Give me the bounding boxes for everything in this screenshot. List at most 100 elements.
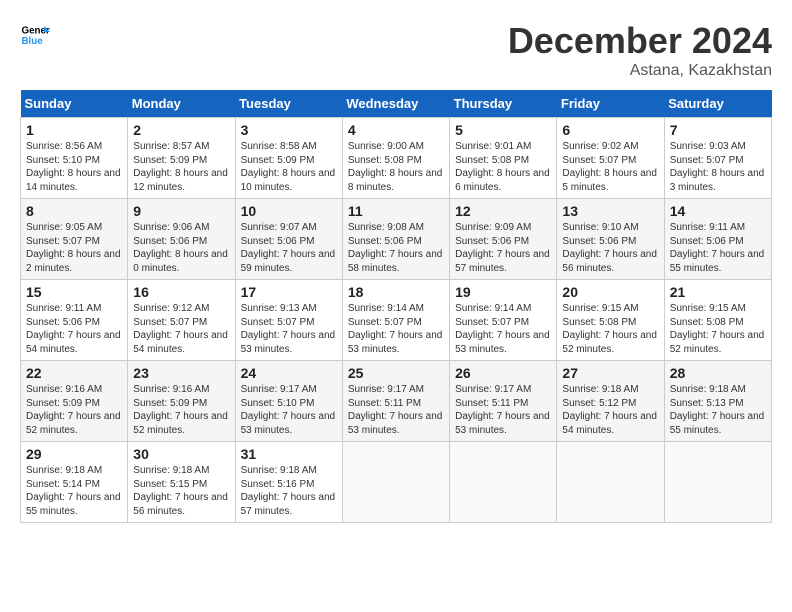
cell-content: Sunrise: 8:56 AMSunset: 5:10 PMDaylight:… <box>26 140 122 194</box>
calendar-cell: 31 Sunrise: 9:18 AMSunset: 5:16 PMDaylig… <box>235 442 342 523</box>
title-block: December 2024 Astana, Kazakhstan <box>508 20 772 80</box>
calendar-cell: 24 Sunrise: 9:17 AMSunset: 5:10 PMDaylig… <box>235 361 342 442</box>
week-row-3: 15 Sunrise: 9:11 AMSunset: 5:06 PMDaylig… <box>21 280 772 361</box>
cell-content: Sunrise: 9:18 AMSunset: 5:13 PMDaylight:… <box>670 383 766 437</box>
day-number: 18 <box>348 284 444 300</box>
cell-content: Sunrise: 9:16 AMSunset: 5:09 PMDaylight:… <box>26 383 122 437</box>
cell-content: Sunrise: 8:57 AMSunset: 5:09 PMDaylight:… <box>133 140 229 194</box>
calendar-cell <box>450 442 557 523</box>
cell-content: Sunrise: 9:13 AMSunset: 5:07 PMDaylight:… <box>241 302 337 356</box>
cell-content: Sunrise: 9:16 AMSunset: 5:09 PMDaylight:… <box>133 383 229 437</box>
week-row-2: 8 Sunrise: 9:05 AMSunset: 5:07 PMDayligh… <box>21 199 772 280</box>
day-number: 20 <box>562 284 658 300</box>
calendar-cell: 21 Sunrise: 9:15 AMSunset: 5:08 PMDaylig… <box>664 280 771 361</box>
cell-content: Sunrise: 9:17 AMSunset: 5:10 PMDaylight:… <box>241 383 337 437</box>
cell-content: Sunrise: 9:18 AMSunset: 5:15 PMDaylight:… <box>133 464 229 518</box>
day-number: 14 <box>670 203 766 219</box>
calendar-cell: 17 Sunrise: 9:13 AMSunset: 5:07 PMDaylig… <box>235 280 342 361</box>
day-number: 13 <box>562 203 658 219</box>
calendar-cell: 20 Sunrise: 9:15 AMSunset: 5:08 PMDaylig… <box>557 280 664 361</box>
cell-content: Sunrise: 9:15 AMSunset: 5:08 PMDaylight:… <box>562 302 658 356</box>
calendar-cell: 26 Sunrise: 9:17 AMSunset: 5:11 PMDaylig… <box>450 361 557 442</box>
day-number: 3 <box>241 122 337 138</box>
calendar-cell <box>342 442 449 523</box>
logo-icon: General Blue <box>20 20 50 50</box>
calendar-cell: 3 Sunrise: 8:58 AMSunset: 5:09 PMDayligh… <box>235 118 342 199</box>
cell-content: Sunrise: 9:15 AMSunset: 5:08 PMDaylight:… <box>670 302 766 356</box>
calendar-cell <box>664 442 771 523</box>
weekday-header-thursday: Thursday <box>450 90 557 118</box>
calendar-cell: 14 Sunrise: 9:11 AMSunset: 5:06 PMDaylig… <box>664 199 771 280</box>
cell-content: Sunrise: 9:05 AMSunset: 5:07 PMDaylight:… <box>26 221 122 275</box>
calendar-cell: 8 Sunrise: 9:05 AMSunset: 5:07 PMDayligh… <box>21 199 128 280</box>
cell-content: Sunrise: 9:09 AMSunset: 5:06 PMDaylight:… <box>455 221 551 275</box>
day-number: 29 <box>26 446 122 462</box>
weekday-header-friday: Friday <box>557 90 664 118</box>
day-number: 7 <box>670 122 766 138</box>
cell-content: Sunrise: 9:18 AMSunset: 5:12 PMDaylight:… <box>562 383 658 437</box>
day-number: 31 <box>241 446 337 462</box>
cell-content: Sunrise: 9:11 AMSunset: 5:06 PMDaylight:… <box>26 302 122 356</box>
calendar-cell: 11 Sunrise: 9:08 AMSunset: 5:06 PMDaylig… <box>342 199 449 280</box>
calendar-cell: 12 Sunrise: 9:09 AMSunset: 5:06 PMDaylig… <box>450 199 557 280</box>
weekday-header-row: SundayMondayTuesdayWednesdayThursdayFrid… <box>21 90 772 118</box>
calendar-cell: 1 Sunrise: 8:56 AMSunset: 5:10 PMDayligh… <box>21 118 128 199</box>
svg-text:Blue: Blue <box>22 36 44 47</box>
calendar-cell: 18 Sunrise: 9:14 AMSunset: 5:07 PMDaylig… <box>342 280 449 361</box>
weekday-header-tuesday: Tuesday <box>235 90 342 118</box>
cell-content: Sunrise: 9:10 AMSunset: 5:06 PMDaylight:… <box>562 221 658 275</box>
day-number: 6 <box>562 122 658 138</box>
day-number: 2 <box>133 122 229 138</box>
calendar-cell: 13 Sunrise: 9:10 AMSunset: 5:06 PMDaylig… <box>557 199 664 280</box>
cell-content: Sunrise: 9:01 AMSunset: 5:08 PMDaylight:… <box>455 140 551 194</box>
calendar-cell: 19 Sunrise: 9:14 AMSunset: 5:07 PMDaylig… <box>450 280 557 361</box>
calendar-cell: 28 Sunrise: 9:18 AMSunset: 5:13 PMDaylig… <box>664 361 771 442</box>
location-subtitle: Astana, Kazakhstan <box>508 62 772 80</box>
day-number: 10 <box>241 203 337 219</box>
calendar-cell: 16 Sunrise: 9:12 AMSunset: 5:07 PMDaylig… <box>128 280 235 361</box>
calendar-cell: 15 Sunrise: 9:11 AMSunset: 5:06 PMDaylig… <box>21 280 128 361</box>
calendar-cell: 23 Sunrise: 9:16 AMSunset: 5:09 PMDaylig… <box>128 361 235 442</box>
day-number: 23 <box>133 365 229 381</box>
day-number: 1 <box>26 122 122 138</box>
cell-content: Sunrise: 9:00 AMSunset: 5:08 PMDaylight:… <box>348 140 444 194</box>
calendar-cell: 6 Sunrise: 9:02 AMSunset: 5:07 PMDayligh… <box>557 118 664 199</box>
day-number: 5 <box>455 122 551 138</box>
calendar-cell: 10 Sunrise: 9:07 AMSunset: 5:06 PMDaylig… <box>235 199 342 280</box>
day-number: 22 <box>26 365 122 381</box>
month-title: December 2024 <box>508 20 772 62</box>
day-number: 15 <box>26 284 122 300</box>
cell-content: Sunrise: 9:03 AMSunset: 5:07 PMDaylight:… <box>670 140 766 194</box>
cell-content: Sunrise: 9:08 AMSunset: 5:06 PMDaylight:… <box>348 221 444 275</box>
cell-content: Sunrise: 8:58 AMSunset: 5:09 PMDaylight:… <box>241 140 337 194</box>
weekday-header-sunday: Sunday <box>21 90 128 118</box>
cell-content: Sunrise: 9:06 AMSunset: 5:06 PMDaylight:… <box>133 221 229 275</box>
day-number: 12 <box>455 203 551 219</box>
day-number: 17 <box>241 284 337 300</box>
day-number: 30 <box>133 446 229 462</box>
calendar-cell: 5 Sunrise: 9:01 AMSunset: 5:08 PMDayligh… <box>450 118 557 199</box>
day-number: 11 <box>348 203 444 219</box>
day-number: 4 <box>348 122 444 138</box>
calendar-cell: 29 Sunrise: 9:18 AMSunset: 5:14 PMDaylig… <box>21 442 128 523</box>
weekday-header-saturday: Saturday <box>664 90 771 118</box>
page-header: General Blue December 2024 Astana, Kazak… <box>20 20 772 80</box>
cell-content: Sunrise: 9:12 AMSunset: 5:07 PMDaylight:… <box>133 302 229 356</box>
cell-content: Sunrise: 9:14 AMSunset: 5:07 PMDaylight:… <box>455 302 551 356</box>
day-number: 26 <box>455 365 551 381</box>
weekday-header-wednesday: Wednesday <box>342 90 449 118</box>
cell-content: Sunrise: 9:14 AMSunset: 5:07 PMDaylight:… <box>348 302 444 356</box>
calendar-cell: 2 Sunrise: 8:57 AMSunset: 5:09 PMDayligh… <box>128 118 235 199</box>
calendar-cell: 9 Sunrise: 9:06 AMSunset: 5:06 PMDayligh… <box>128 199 235 280</box>
day-number: 27 <box>562 365 658 381</box>
day-number: 24 <box>241 365 337 381</box>
calendar-cell <box>557 442 664 523</box>
cell-content: Sunrise: 9:02 AMSunset: 5:07 PMDaylight:… <box>562 140 658 194</box>
cell-content: Sunrise: 9:18 AMSunset: 5:14 PMDaylight:… <box>26 464 122 518</box>
cell-content: Sunrise: 9:17 AMSunset: 5:11 PMDaylight:… <box>455 383 551 437</box>
cell-content: Sunrise: 9:17 AMSunset: 5:11 PMDaylight:… <box>348 383 444 437</box>
cell-content: Sunrise: 9:11 AMSunset: 5:06 PMDaylight:… <box>670 221 766 275</box>
day-number: 28 <box>670 365 766 381</box>
day-number: 8 <box>26 203 122 219</box>
weekday-header-monday: Monday <box>128 90 235 118</box>
